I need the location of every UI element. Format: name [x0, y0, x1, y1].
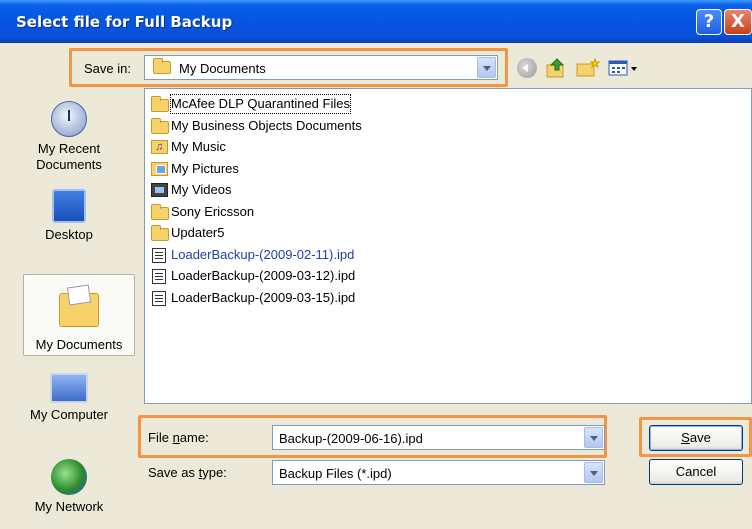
file-list[interactable]: McAfee DLP Quarantined Files My Business… — [144, 88, 752, 404]
recent-documents-icon — [51, 101, 87, 137]
places-bar: My Recent Documents Desktop My Documents… — [0, 93, 138, 529]
my-documents-icon — [59, 293, 99, 327]
place-label: My Recent — [37, 141, 101, 156]
back-icon[interactable] — [517, 58, 537, 78]
save-as-type-label: Save as type: — [148, 465, 227, 480]
folder-icon — [151, 118, 169, 134]
my-network-icon — [51, 459, 87, 495]
file-name-value: Backup-(2009-06-16).ipd — [279, 431, 423, 446]
up-folder-icon[interactable] — [546, 58, 566, 78]
ipd-file-icon — [152, 269, 166, 284]
views-menu-icon[interactable] — [608, 58, 638, 78]
place-label: Desktop — [45, 227, 93, 242]
place-my-computer[interactable]: My Computer — [0, 373, 138, 433]
save-in-value: My Documents — [179, 61, 266, 76]
place-my-recent-documents[interactable]: My Recent Documents — [0, 101, 138, 181]
save-in-label: Save in: — [84, 61, 131, 76]
file-name: Updater5 — [171, 225, 225, 240]
ipd-file-icon — [152, 291, 166, 306]
save-button[interactable]: Save — [649, 425, 743, 451]
file-name: My Music — [171, 139, 226, 154]
chevron-down-icon[interactable] — [477, 57, 496, 78]
place-label: My Documents — [35, 337, 123, 352]
place-label: My Network — [34, 499, 104, 514]
my-computer-icon — [50, 373, 88, 403]
place-label: Documents — [36, 157, 102, 172]
place-desktop[interactable]: Desktop — [0, 189, 138, 249]
cancel-button[interactable]: Cancel — [649, 459, 743, 485]
close-button[interactable]: X — [724, 9, 752, 35]
save-file-dialog: Select file for Full Backup ? X Save in:… — [0, 0, 752, 529]
file-name: McAfee DLP Quarantined Files — [170, 94, 351, 114]
file-name-label: File name: — [148, 430, 209, 445]
file-name: LoaderBackup-(2009-03-12).ipd — [171, 268, 356, 283]
music-folder-icon — [151, 138, 168, 156]
title-bar[interactable]: Select file for Full Backup ? X — [0, 0, 752, 43]
pictures-folder-icon — [151, 162, 168, 176]
folder-icon — [151, 204, 169, 220]
videos-folder-icon — [151, 183, 168, 197]
file-name-field[interactable]: Backup-(2009-06-16).ipd — [272, 425, 605, 450]
desktop-icon — [52, 189, 86, 223]
chevron-down-icon[interactable] — [584, 427, 603, 448]
place-label: My Computer — [29, 407, 109, 422]
file-name: LoaderBackup-(2009-03-15).ipd — [171, 290, 356, 305]
file-name: My Videos — [171, 182, 232, 197]
file-name: LoaderBackup-(2009-02-11).ipd — [171, 247, 355, 262]
my-documents-icon — [153, 58, 171, 74]
chevron-down-icon[interactable] — [584, 462, 603, 483]
save-as-type-value: Backup Files (*.ipd) — [279, 466, 392, 481]
new-folder-icon[interactable] — [576, 57, 601, 78]
help-button[interactable]: ? — [696, 9, 722, 35]
save-in-dropdown[interactable]: My Documents — [144, 55, 498, 80]
file-name: Sony Ericsson — [171, 204, 255, 219]
save-as-type-dropdown[interactable]: Backup Files (*.ipd) — [272, 460, 605, 485]
folder-icon — [151, 96, 169, 112]
dialog-title: Select file for Full Backup — [16, 13, 233, 31]
place-my-network[interactable]: My Network — [0, 459, 138, 523]
ipd-file-icon — [152, 248, 166, 263]
folder-icon — [151, 225, 169, 241]
place-my-documents[interactable]: My Documents — [23, 274, 135, 356]
file-name: My Business Objects Documents — [171, 118, 362, 133]
file-name: My Pictures — [171, 161, 239, 176]
